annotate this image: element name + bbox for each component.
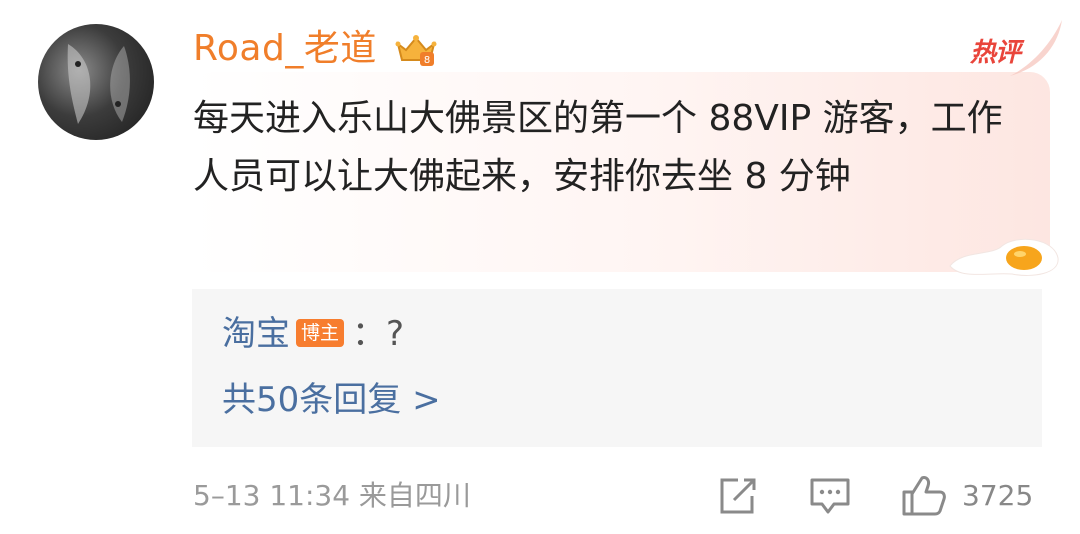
like-count: 3725: [962, 479, 1034, 512]
reply-preview[interactable]: 淘宝 博主：? 共50条回复 >: [192, 289, 1042, 447]
koi-fish-image: [67, 44, 130, 124]
svg-text:8: 8: [424, 55, 430, 66]
share-icon[interactable]: [716, 472, 758, 522]
comment-icon[interactable]: [808, 472, 852, 522]
avatar[interactable]: [38, 24, 154, 140]
reply-content: ：?: [352, 314, 405, 354]
fried-egg-icon: [949, 238, 1059, 276]
comment-meta: 5–13 11:34 来自四川: [193, 479, 471, 512]
hot-comment-badge: 热评: [970, 38, 1021, 68]
vip-crown-icon: 8: [394, 32, 438, 68]
thumbs-up-icon[interactable]: [900, 472, 948, 522]
reply-item[interactable]: 淘宝 博主：?: [222, 311, 404, 357]
view-all-replies-link[interactable]: 共50条回复 >: [222, 377, 441, 423]
comment-text: 每天进入乐山大佛景区的第一个 88VIP 游客，工作人员可以让大佛起来，安排你去…: [193, 98, 1003, 197]
reply-author[interactable]: 淘宝: [222, 314, 290, 354]
blogger-badge: 博主: [296, 318, 345, 347]
username[interactable]: Road_老道: [193, 26, 377, 72]
